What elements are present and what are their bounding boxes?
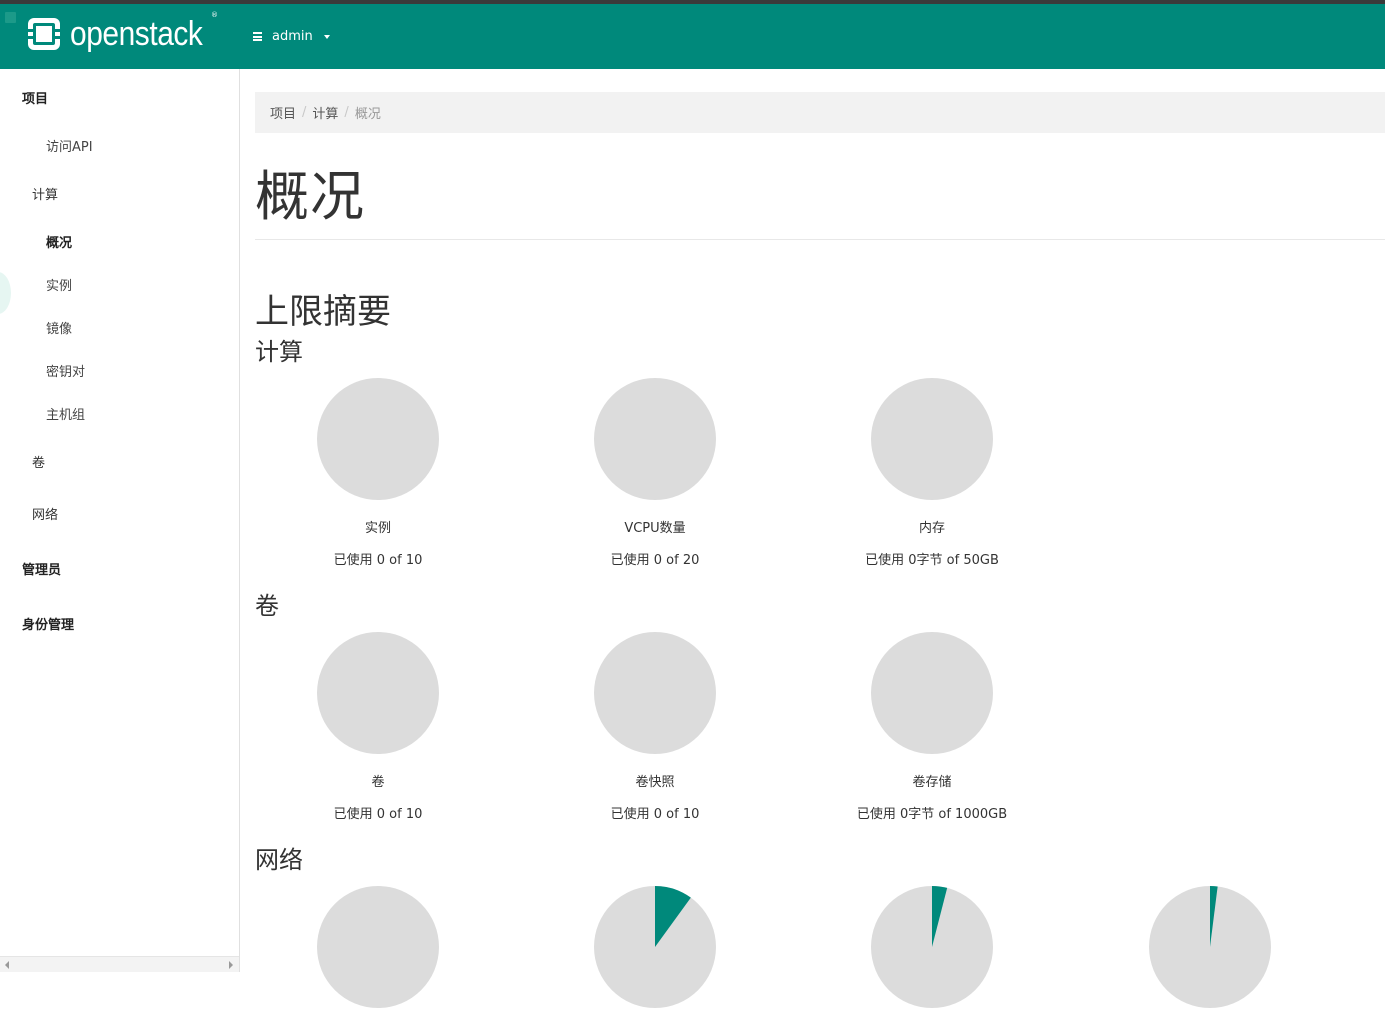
quota-chart-usage: 已使用 0字节 of 1000GB <box>856 807 1008 822</box>
page-title: 概况 <box>255 165 365 228</box>
quota-chart-usage: 已使用 0 of 10 <box>333 553 423 568</box>
breadcrumb-project[interactable]: 项目 <box>270 103 296 122</box>
pie-remaining-slice <box>871 632 993 754</box>
pie-remaining-slice <box>317 886 439 1008</box>
quota-chart-label: 卷存储 <box>912 775 952 790</box>
quota-chart-label: 内存 <box>918 521 945 536</box>
quota-pie-chart <box>594 632 716 754</box>
sidebar-collapse-handle[interactable] <box>0 272 11 314</box>
sidebar-item-key-pairs[interactable]: 密钥对 <box>46 361 85 380</box>
quota-chart-usage: 已使用 0字节 of 50GB <box>865 553 999 568</box>
brand-registered-mark: ® <box>211 11 218 19</box>
quota-chart-usage: 已使用 0 of 10 <box>610 807 700 822</box>
scroll-left-icon[interactable] <box>5 961 9 969</box>
sidebar-item-compute[interactable]: 计算 <box>32 184 58 203</box>
pie-remaining-slice <box>594 632 716 754</box>
pie-remaining-slice <box>871 378 993 500</box>
sidebar-item-admin[interactable]: 管理员 <box>22 559 61 578</box>
sidebar-item-network[interactable]: 网络 <box>32 504 58 523</box>
openstack-logo-icon <box>27 17 61 51</box>
sidebar-item-server-groups[interactable]: 主机组 <box>46 404 85 423</box>
sidebar: 项目 访问API 计算 概况 实例 镜像 密钥对 主机组 卷 网络 管理员 身份… <box>0 12 240 972</box>
quota-chart-label: VCPU数量 <box>624 521 686 536</box>
quota-pie-chart <box>317 632 439 754</box>
project-stack-icon <box>253 32 262 41</box>
sidebar-item-api-access[interactable]: 访问API <box>46 136 93 155</box>
sidebar-item-images[interactable]: 镜像 <box>46 318 72 337</box>
quota-pie-chart <box>317 378 439 500</box>
quota-chart-usage: 已使用 0 of 20 <box>610 553 700 568</box>
quota-pie-chart <box>317 886 439 1008</box>
sidebar-item-instances[interactable]: 实例 <box>46 275 72 294</box>
brand-logo-link[interactable]: openstack <box>27 17 221 51</box>
quota-pie-chart <box>871 886 993 1008</box>
pie-remaining-slice <box>317 378 439 500</box>
sidebar-item-project[interactable]: 项目 <box>22 88 48 107</box>
breadcrumb-overview: 概况 <box>354 107 381 122</box>
section-heading-volumes: 卷 <box>255 592 279 620</box>
section-heading-compute: 计算 <box>255 338 303 366</box>
breadcrumb-separator: / <box>344 105 349 120</box>
breadcrumb-separator: / <box>302 105 307 120</box>
top-navbar: openstack ® admin <box>0 4 1385 69</box>
quota-pie-chart <box>594 378 716 500</box>
caret-down-icon <box>323 34 330 39</box>
sidebar-item-volumes[interactable]: 卷 <box>32 452 45 471</box>
quota-chart-usage: 已使用 0 of 10 <box>333 807 423 822</box>
sidebar-toggle-icon[interactable] <box>5 12 16 23</box>
sidebar-item-overview[interactable]: 概况 <box>46 232 72 251</box>
project-selector-label: admin <box>272 29 313 44</box>
pie-remaining-slice <box>594 378 716 500</box>
brand-name: openstack <box>70 15 203 53</box>
scroll-right-icon[interactable] <box>229 961 233 969</box>
quota-pie-chart <box>1149 886 1271 1008</box>
breadcrumb: 项目 / 计算 / 概况 <box>255 92 1385 133</box>
sidebar-horizontal-scrollbar[interactable] <box>0 956 239 972</box>
project-selector-dropdown[interactable]: admin <box>253 29 330 44</box>
section-heading-network: 网络 <box>255 846 303 874</box>
sidebar-item-identity[interactable]: 身份管理 <box>22 614 74 633</box>
quota-pie-chart <box>594 886 716 1008</box>
breadcrumb-compute[interactable]: 计算 <box>312 103 338 122</box>
quota-pie-chart <box>871 632 993 754</box>
limit-summary-heading: 上限摘要 <box>255 292 391 332</box>
quota-chart-label: 卷快照 <box>635 775 675 790</box>
title-divider <box>255 239 1385 240</box>
pie-remaining-slice <box>317 632 439 754</box>
quota-pie-chart <box>871 378 993 500</box>
quota-chart-label: 实例 <box>364 521 391 536</box>
quota-chart-label: 卷 <box>371 775 385 790</box>
